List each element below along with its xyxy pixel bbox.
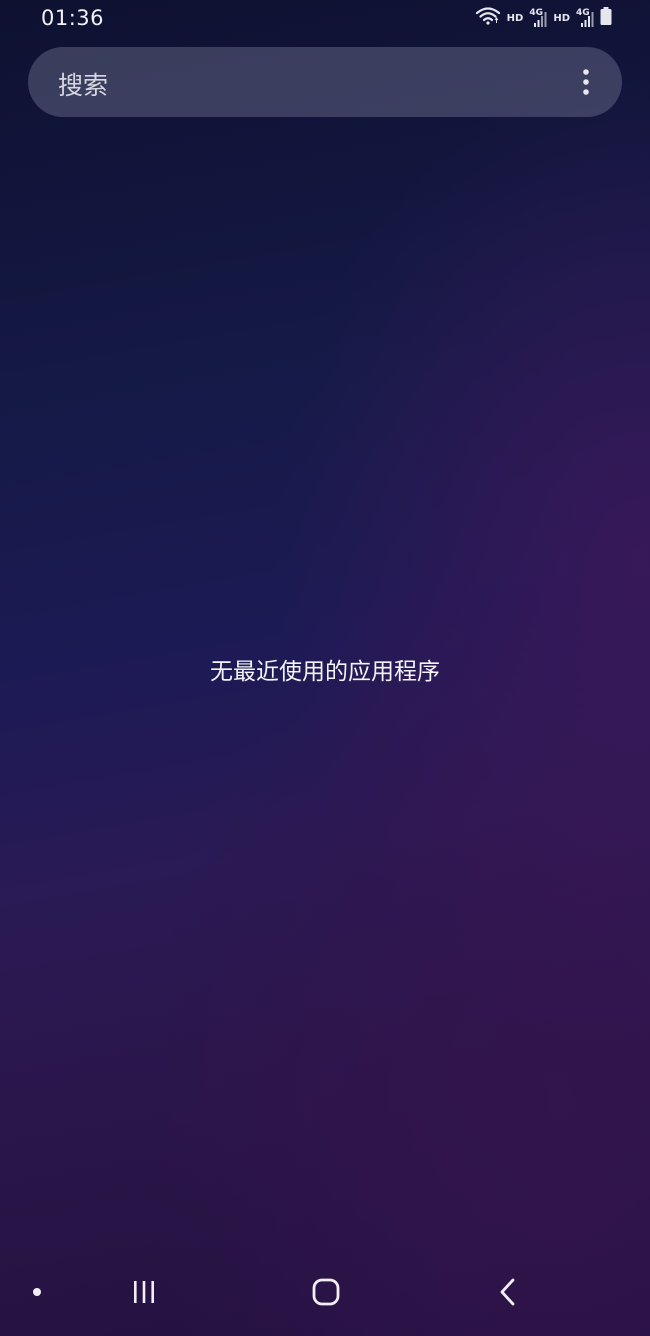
signal-icon: 4G [576,8,594,28]
more-vertical-icon [583,69,589,95]
status-bar: 01:36 HD 4G HD 4G [0,0,650,38]
dot-indicator [33,1288,41,1296]
wifi-icon [475,6,501,30]
home-button[interactable] [306,1276,346,1308]
back-button[interactable] [488,1276,528,1308]
status-time: 01:36 [41,6,105,30]
signal-icon: 4G [529,8,547,28]
search-input[interactable]: 搜索 [58,66,108,102]
hd-label: HD [506,12,524,24]
navigation-bar [0,1260,650,1336]
more-options-button[interactable] [568,63,604,101]
battery-icon [600,6,612,30]
empty-state-message: 无最近使用的应用程序 [210,659,440,685]
hd-label: HD [553,12,570,24]
recent-apps-icon [134,1281,154,1303]
search-bar[interactable]: 搜索 [28,47,622,117]
back-icon [500,1278,515,1306]
home-icon [312,1278,340,1306]
recent-apps-button[interactable] [124,1276,164,1308]
status-icons: HD 4G HD 4G [475,7,612,29]
